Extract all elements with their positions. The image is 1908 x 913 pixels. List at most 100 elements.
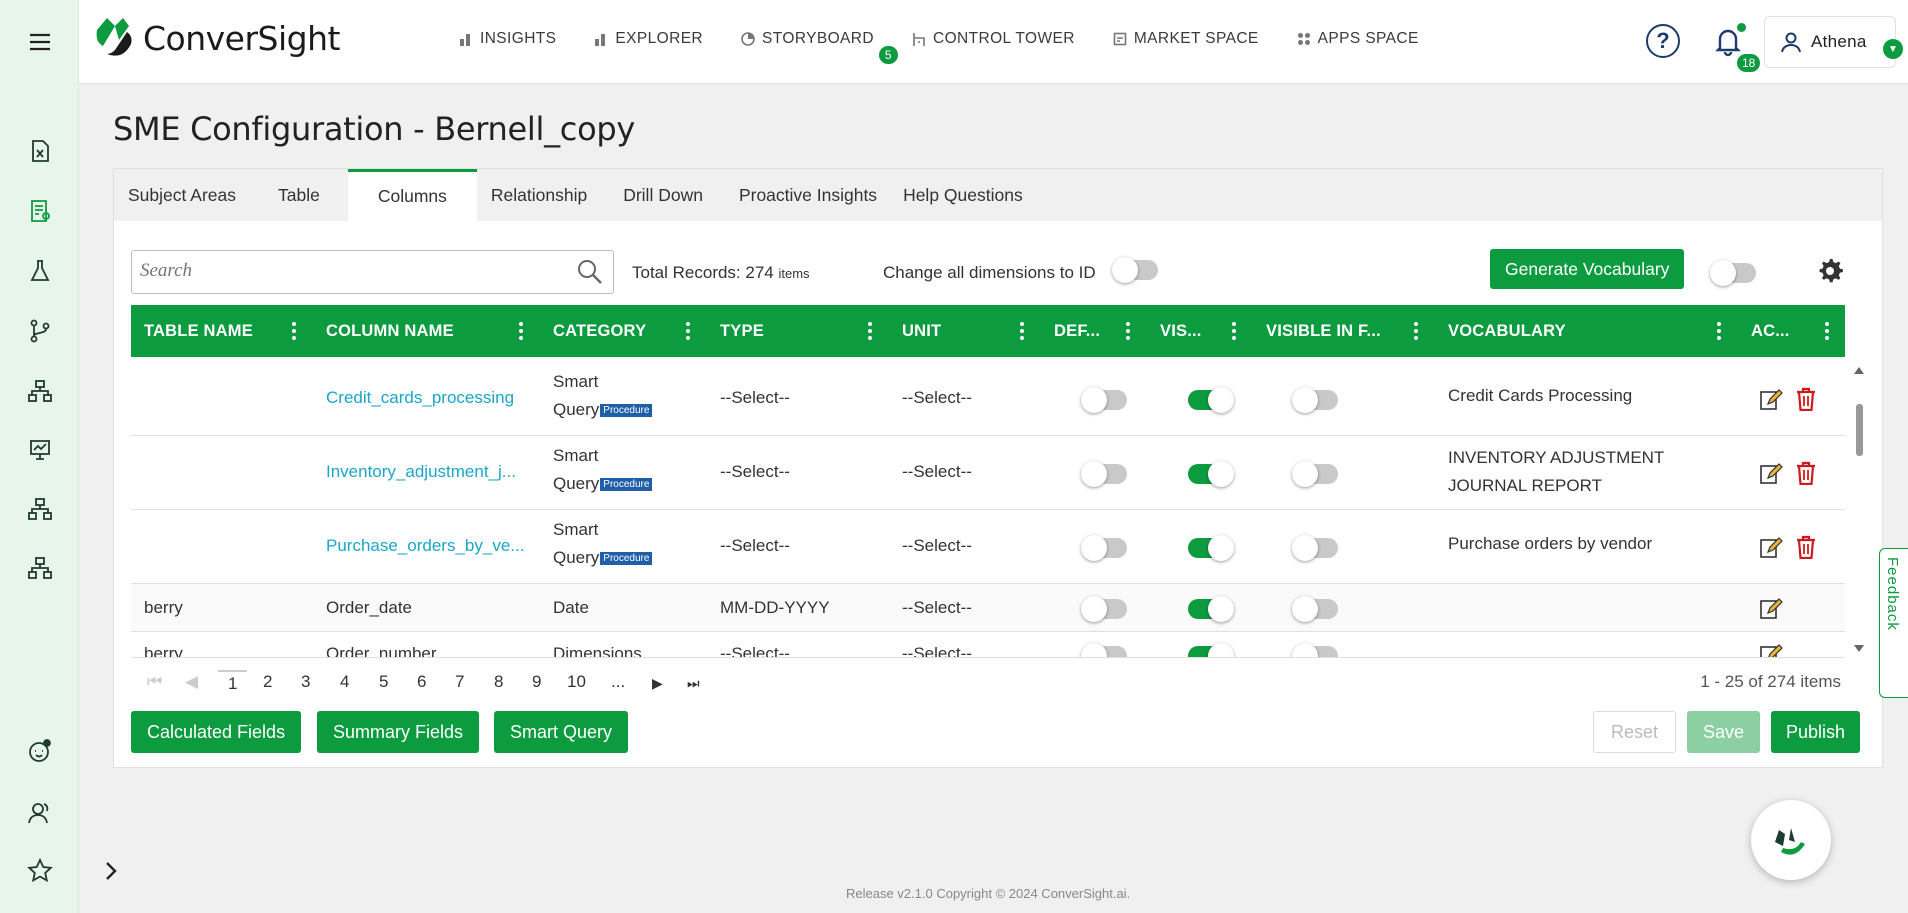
nav-control-tower[interactable]: CONTROL TOWER [912, 30, 1075, 48]
generate-vocabulary-button[interactable]: Generate Vocabulary [1490, 249, 1685, 289]
document-user-icon[interactable] [22, 193, 58, 229]
menu-icon[interactable] [22, 24, 58, 60]
column-menu-icon[interactable] [1716, 322, 1722, 340]
help-icon[interactable]: ? [1646, 24, 1680, 58]
unit-select[interactable]: --Select-- [902, 536, 972, 556]
trash-icon[interactable] [1795, 387, 1817, 411]
default-toggle[interactable] [1081, 643, 1127, 657]
col-header-visible-in-filter[interactable]: VISIBLE IN F... [1266, 305, 1381, 357]
chevron-down-icon[interactable]: ▼ [1883, 39, 1903, 59]
save-button[interactable]: Save [1687, 711, 1761, 753]
brand-logo[interactable]: ConverSight [93, 16, 340, 60]
tab-columns[interactable]: Columns [347, 169, 477, 221]
trash-icon[interactable] [1795, 535, 1817, 559]
unit-select[interactable]: --Select-- [902, 644, 972, 657]
cell-column-name-link[interactable]: Purchase_orders_by_ve... [326, 536, 524, 556]
tab-proactive-insights[interactable]: Proactive Insights [725, 169, 891, 221]
edit-icon[interactable] [1759, 642, 1783, 657]
nav-storyboard[interactable]: STORYBOARD 5 [741, 30, 898, 64]
vocabulary-toggle[interactable] [1710, 260, 1756, 286]
presentation-chart-icon[interactable] [22, 432, 58, 468]
page-7[interactable]: 7 [455, 672, 464, 692]
flask-icon[interactable] [22, 253, 58, 289]
gear-icon[interactable] [1814, 255, 1846, 287]
edit-icon[interactable] [1759, 596, 1783, 620]
publish-button[interactable]: Publish [1771, 711, 1861, 753]
tab-drill-down[interactable]: Drill Down [601, 169, 725, 221]
page-9[interactable]: 9 [532, 672, 541, 692]
default-toggle[interactable] [1081, 461, 1127, 487]
users-icon[interactable] [22, 795, 58, 831]
star-icon[interactable] [22, 853, 58, 889]
visible-toggle[interactable] [1188, 596, 1234, 622]
visible-in-filter-toggle[interactable] [1292, 643, 1338, 657]
visible-toggle[interactable] [1188, 387, 1234, 413]
column-menu-icon[interactable] [1125, 322, 1131, 340]
feedback-tab[interactable]: Feedback [1879, 548, 1908, 698]
column-menu-icon[interactable] [867, 322, 873, 340]
col-header-default[interactable]: DEF... [1054, 305, 1100, 357]
type-select[interactable]: --Select-- [720, 644, 790, 657]
assistant-face-icon[interactable] [22, 733, 58, 769]
tab-subject-areas[interactable]: Subject Areas [114, 169, 250, 221]
next-page-icon[interactable]: ▶ [652, 675, 663, 692]
last-page-icon[interactable]: ⏭ [687, 675, 700, 692]
default-toggle[interactable] [1081, 596, 1127, 622]
first-page-icon[interactable]: ⏮ [147, 672, 162, 692]
column-menu-icon[interactable] [1413, 322, 1419, 340]
col-header-actions[interactable]: AC... [1751, 305, 1790, 357]
page-4[interactable]: 4 [340, 672, 349, 692]
edit-icon[interactable] [1759, 535, 1783, 559]
assistant-bot-button[interactable] [1751, 800, 1831, 880]
page-5[interactable]: 5 [379, 672, 388, 692]
page-6[interactable]: 6 [417, 672, 426, 692]
nav-apps-space[interactable]: APPS SPACE [1297, 30, 1419, 48]
column-menu-icon[interactable] [685, 322, 691, 340]
page-10[interactable]: 10 [567, 672, 586, 692]
edit-icon[interactable] [1759, 461, 1783, 485]
summary-fields-button[interactable]: Summary Fields [317, 711, 480, 753]
nav-explorer[interactable]: EXPLORER [594, 30, 703, 48]
user-menu[interactable]: Athena ▼ [1764, 16, 1903, 68]
col-header-unit[interactable]: UNIT [902, 305, 941, 357]
calculated-fields-button[interactable]: Calculated Fields [131, 711, 302, 753]
tab-table[interactable]: Table [250, 169, 348, 221]
column-menu-icon[interactable] [291, 322, 297, 340]
page-3[interactable]: 3 [301, 672, 310, 692]
branch-icon[interactable] [22, 313, 58, 349]
column-menu-icon[interactable] [518, 322, 524, 340]
unit-select[interactable]: --Select-- [902, 598, 972, 618]
cell-column-name-link[interactable]: Inventory_adjustment_j... [326, 462, 516, 482]
excel-file-icon[interactable] [22, 133, 58, 169]
col-header-visible[interactable]: VIS... [1160, 305, 1202, 357]
visible-in-filter-toggle[interactable] [1292, 535, 1338, 561]
column-menu-icon[interactable] [1019, 322, 1025, 340]
col-header-vocabulary[interactable]: VOCABULARY [1448, 305, 1566, 357]
visible-toggle[interactable] [1188, 643, 1234, 657]
visible-in-filter-toggle[interactable] [1292, 387, 1338, 413]
type-select[interactable]: --Select-- [720, 388, 790, 408]
page-more[interactable]: ... [611, 672, 625, 692]
col-header-category[interactable]: CATEGORY [553, 305, 646, 357]
type-select[interactable]: MM-DD-YYYY [720, 598, 830, 618]
visible-toggle[interactable] [1188, 461, 1234, 487]
column-menu-icon[interactable] [1824, 322, 1830, 340]
hierarchy-icon[interactable] [22, 373, 58, 409]
visible-toggle[interactable] [1188, 535, 1234, 561]
default-toggle[interactable] [1081, 535, 1127, 561]
reset-button[interactable]: Reset [1593, 711, 1677, 753]
nav-market-space[interactable]: MARKET SPACE [1113, 30, 1259, 48]
type-select[interactable]: --Select-- [720, 536, 790, 556]
tab-help-questions[interactable]: Help Questions [891, 169, 1035, 221]
col-header-column-name[interactable]: COLUMN NAME [326, 305, 454, 357]
column-menu-icon[interactable] [1231, 322, 1237, 340]
chevron-right-icon[interactable] [100, 860, 122, 882]
grid-scrollbar[interactable] [1851, 362, 1867, 657]
search-input[interactable] [140, 251, 560, 291]
nav-insights[interactable]: INSIGHTS [459, 30, 556, 48]
col-header-type[interactable]: TYPE [720, 305, 764, 357]
visible-in-filter-toggle[interactable] [1292, 461, 1338, 487]
page-1[interactable]: 1 [218, 670, 248, 694]
prev-page-icon[interactable]: ◀ [185, 672, 198, 692]
smart-query-button[interactable]: Smart Query [494, 711, 629, 753]
